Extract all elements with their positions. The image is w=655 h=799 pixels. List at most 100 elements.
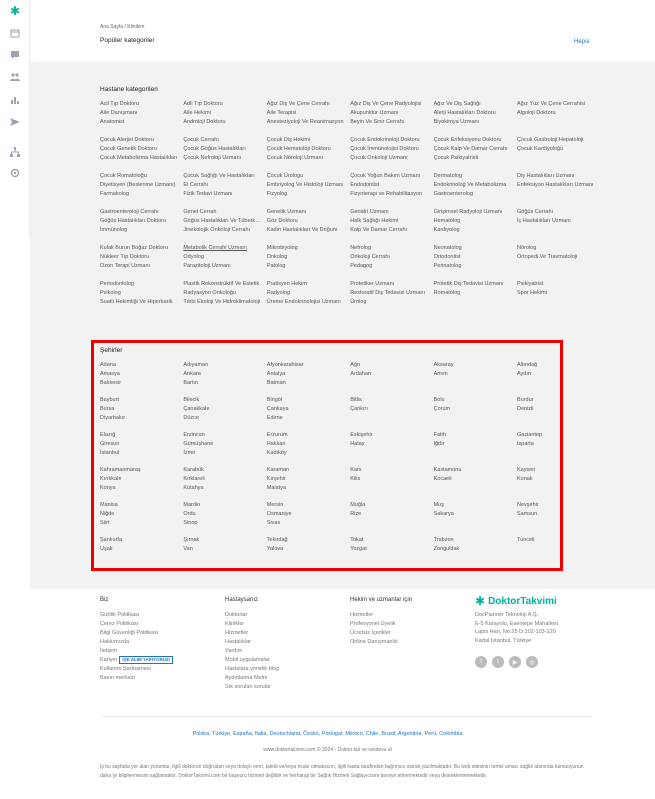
chat-icon[interactable] bbox=[9, 49, 21, 61]
category-link[interactable]: Pratisyen Hekim bbox=[267, 280, 347, 289]
stats-icon[interactable] bbox=[9, 94, 21, 106]
city-link[interactable]: Elazığ bbox=[100, 431, 180, 440]
city-link[interactable]: Siirt bbox=[100, 519, 180, 528]
category-link[interactable]: Çocuk Alerjisi Doktoru bbox=[100, 136, 180, 145]
city-link[interactable]: Gaziantep bbox=[517, 431, 597, 440]
category-link[interactable]: Fizyolog bbox=[267, 190, 347, 199]
category-link[interactable]: Onkolog bbox=[267, 253, 347, 262]
category-link[interactable]: Nefrolog bbox=[350, 244, 430, 253]
footer-link[interactable]: Bilgi Güvenliği Politikası bbox=[100, 629, 173, 638]
footer-link[interactable]: Aydınlatma Metni bbox=[225, 674, 279, 683]
city-link[interactable]: İstanbul bbox=[100, 449, 180, 458]
send-icon[interactable] bbox=[9, 116, 21, 128]
city-link[interactable]: Diyarbakır bbox=[100, 414, 180, 423]
logo-icon[interactable]: ✱ bbox=[9, 5, 21, 17]
footer-link[interactable]: Hastalara yönelik blog bbox=[225, 665, 279, 674]
city-link[interactable]: Burdur bbox=[517, 396, 597, 405]
category-link[interactable]: Diyetisyen (Beslenme Uzmanı) bbox=[100, 181, 180, 190]
city-link[interactable]: Kadıköy bbox=[267, 449, 347, 458]
category-link[interactable]: Patolog bbox=[267, 262, 347, 271]
youtube-icon[interactable]: ▶ bbox=[509, 656, 521, 668]
category-link[interactable]: Tıbbi Ekoloji Ve Hidroklimatoloji bbox=[183, 298, 263, 307]
city-link[interactable]: Giresun bbox=[100, 440, 180, 449]
category-link[interactable]: Çocuk Endokrinoloji Doktoru bbox=[350, 136, 430, 145]
category-link[interactable]: Çocuk Nöroloji Uzmanı bbox=[267, 154, 347, 163]
category-link[interactable]: Çocuk Göğüs Hastalıkları bbox=[183, 145, 263, 154]
category-link[interactable]: Neonatolog bbox=[434, 244, 514, 253]
city-link[interactable]: Adana bbox=[100, 361, 180, 370]
category-link[interactable]: Beyin Ve Sinir Cerrahı bbox=[350, 118, 430, 127]
category-link[interactable]: Çocuk Romatoloğu bbox=[100, 172, 180, 181]
city-link[interactable]: Amasya bbox=[100, 370, 180, 379]
city-link[interactable]: Balıkesir bbox=[100, 379, 180, 388]
category-link[interactable]: Nörolog bbox=[517, 244, 597, 253]
footer-link[interactable]: Doktorlar bbox=[225, 611, 279, 620]
category-link[interactable]: Alerji Hastalıkları Doktoru bbox=[434, 109, 514, 118]
city-link[interactable]: Kırşehir bbox=[267, 475, 347, 484]
city-link[interactable]: Eskişehir bbox=[350, 431, 430, 440]
category-link[interactable]: Embriyolog Ve Histoloji Uzmanı bbox=[267, 181, 347, 190]
city-link[interactable]: Ordu bbox=[183, 510, 263, 519]
category-link[interactable]: Çocuk Sağlığı Ve Hastalıkları bbox=[183, 172, 263, 181]
footer-link[interactable]: Klinikler bbox=[225, 620, 279, 629]
category-link[interactable]: Kulak Burun Boğaz Doktoru bbox=[100, 244, 180, 253]
city-link[interactable]: Edirne bbox=[267, 414, 347, 423]
category-link[interactable]: Mikrobiyolog bbox=[267, 244, 347, 253]
footer-link[interactable]: Kariyer İŞE ALIM YAPIYORUZ! bbox=[100, 656, 174, 665]
category-link[interactable]: Perinatolog bbox=[434, 262, 514, 271]
city-link[interactable]: Kahramanmaraş bbox=[100, 466, 180, 475]
category-link[interactable]: Androloji Doktoru bbox=[183, 118, 263, 127]
category-link[interactable]: Göz Doktoru bbox=[267, 217, 347, 226]
category-link[interactable]: Girişimsel Radyoloji Uzmanı bbox=[434, 208, 514, 217]
city-link[interactable]: Kayseri bbox=[517, 466, 597, 475]
city-link[interactable]: Rize bbox=[350, 510, 430, 519]
category-link[interactable]: Radyasyon Onkoloğu bbox=[183, 289, 263, 298]
city-link[interactable]: Altındağ bbox=[517, 361, 597, 370]
category-link[interactable]: Ağız Diş Ve Çene Cerrahı bbox=[267, 100, 347, 109]
city-link[interactable]: Trabzon bbox=[434, 536, 514, 545]
category-link[interactable]: Çocuk Hematoloji Doktoru bbox=[267, 145, 347, 154]
city-link[interactable]: Düzce bbox=[183, 414, 263, 423]
category-link[interactable]: Göğüs Hastalıkları Doktoru bbox=[100, 217, 180, 226]
footer-link[interactable]: Hizmetler bbox=[225, 629, 279, 638]
category-link[interactable]: Kardiyolog bbox=[434, 226, 514, 235]
footer-link[interactable]: Hizmetler bbox=[350, 611, 412, 620]
category-link[interactable]: Geriatri Uzmanı bbox=[350, 208, 430, 217]
category-link[interactable]: Ozon Terapi Uzmanı bbox=[100, 262, 180, 271]
calendar-icon[interactable] bbox=[9, 27, 21, 39]
category-link[interactable]: Çocuk Cerrahı bbox=[183, 136, 263, 145]
city-link[interactable]: Sivas bbox=[267, 519, 347, 528]
facebook-icon[interactable]: f bbox=[475, 656, 487, 668]
city-link[interactable]: Bolu bbox=[434, 396, 514, 405]
city-link[interactable]: Çorum bbox=[434, 405, 514, 414]
category-link[interactable]: Restoratif Diş Tedavisi Uzmanı bbox=[350, 289, 430, 298]
footer-link[interactable]: Gizlilik Politikası bbox=[100, 611, 173, 620]
footer-link[interactable]: Hakkımızda bbox=[100, 638, 173, 647]
instagram-icon[interactable]: ◎ bbox=[526, 656, 538, 668]
category-link[interactable]: Ağız Diş Ve Çene Radyolojisi bbox=[350, 100, 430, 109]
category-link[interactable]: Diş Hastalıkları Uzmanı bbox=[517, 172, 597, 181]
city-link[interactable]: Fatih bbox=[434, 431, 514, 440]
category-link[interactable]: İmmünolog bbox=[100, 226, 180, 235]
category-link[interactable]: Protetik Diş Tedavisi Uzmanı bbox=[434, 280, 514, 289]
category-link[interactable]: Anesteziyoloji Ve Reanimasyon bbox=[267, 118, 347, 127]
city-link[interactable]: Malatya bbox=[267, 484, 347, 493]
category-link[interactable]: Kadın Hastalıkları Ve Doğum bbox=[267, 226, 347, 235]
city-link[interactable]: Denizli bbox=[517, 405, 597, 414]
country-links[interactable]: Polska, Türkiye, España, Italia, Deutsch… bbox=[0, 731, 655, 737]
category-link[interactable]: Aile Hekimi bbox=[183, 109, 263, 118]
category-link[interactable]: Farmakolog bbox=[100, 190, 180, 199]
category-link[interactable]: Çocuk Gastroloji Hepatoloji bbox=[517, 136, 597, 145]
category-link[interactable]: Parazitoloji Uzmanı bbox=[183, 262, 263, 271]
city-link[interactable]: Bartın bbox=[183, 379, 263, 388]
city-link[interactable]: Sinop bbox=[183, 519, 263, 528]
city-link[interactable]: Artvin bbox=[434, 370, 514, 379]
city-link[interactable]: Erzincan bbox=[183, 431, 263, 440]
category-link[interactable]: İç Hastalıkları Uzmanı bbox=[517, 217, 597, 226]
category-link[interactable]: Çocuk Psikiyatristi bbox=[434, 154, 514, 163]
category-link[interactable]: Pedagog bbox=[350, 262, 430, 271]
city-link[interactable]: Bitlis bbox=[350, 396, 430, 405]
city-link[interactable]: Karabük bbox=[183, 466, 263, 475]
city-link[interactable]: Hakkari bbox=[267, 440, 347, 449]
city-link[interactable]: Kilis bbox=[350, 475, 430, 484]
